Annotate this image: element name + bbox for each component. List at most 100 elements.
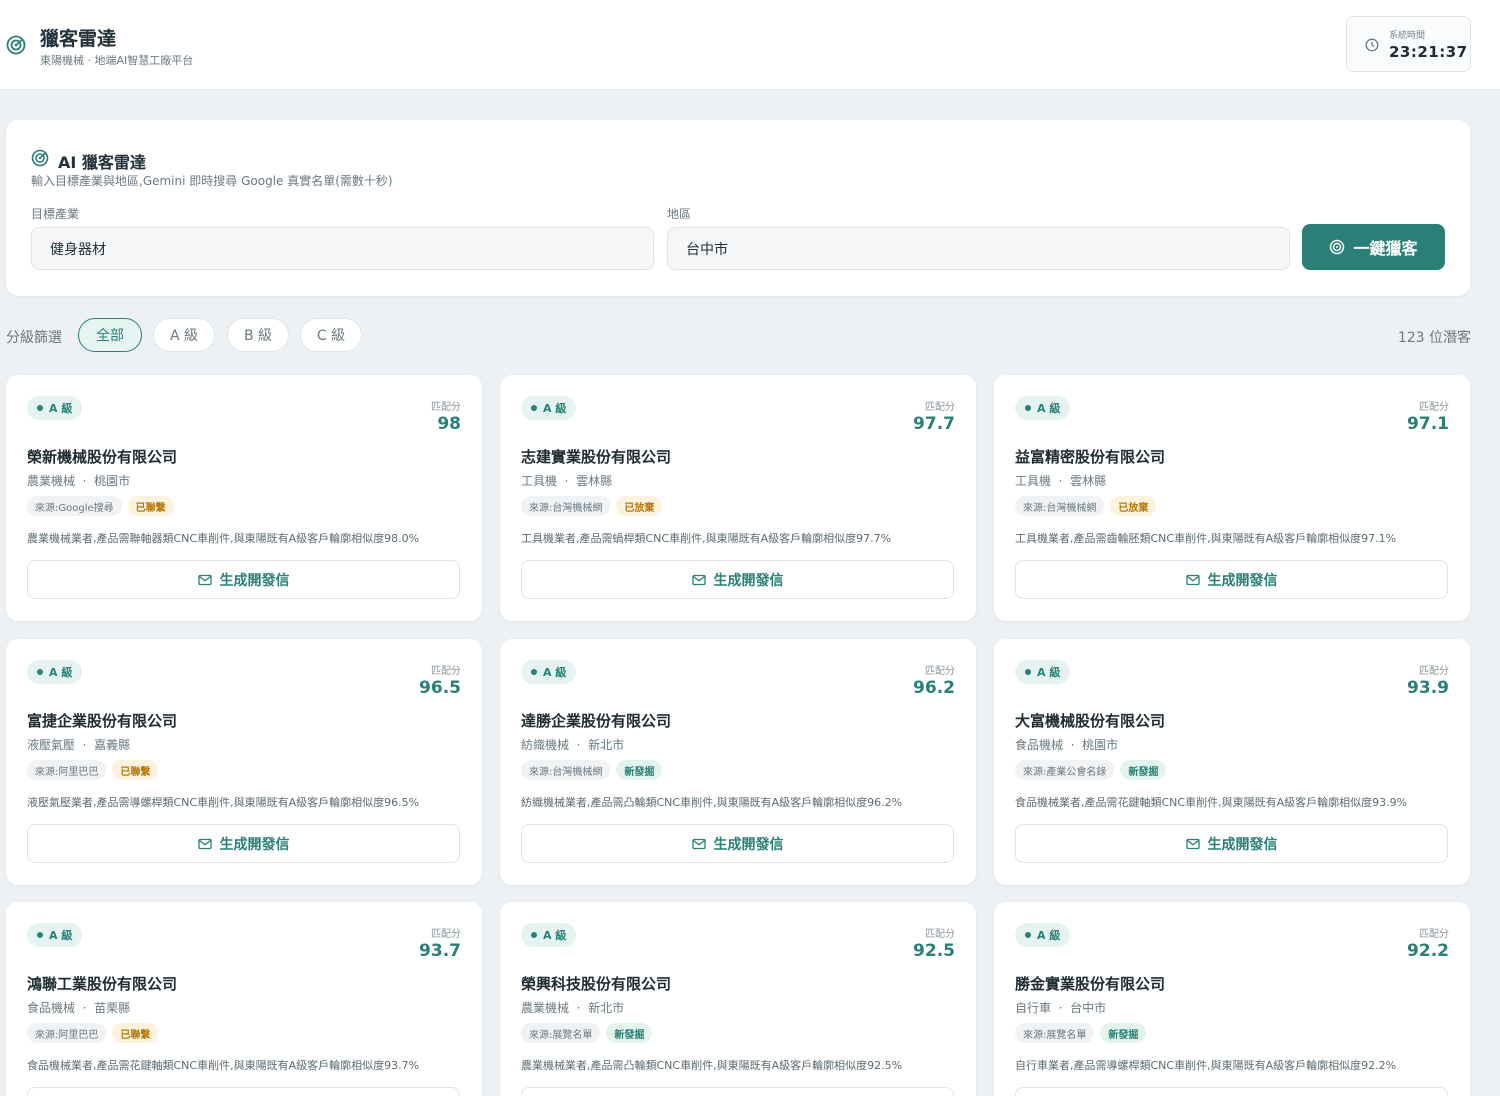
- grade-label: A 級: [49, 402, 73, 415]
- source-tag: 來源:台灣機械網: [521, 496, 611, 516]
- score-label: 匹配分: [925, 402, 955, 413]
- panel-title: AI 獵客雷達: [58, 153, 146, 172]
- lead-description: 自行車業者,產品需導螺桿類CNC車削件,與東陽既有A級客戶輪廓相似度92.2%: [1015, 1059, 1397, 1072]
- score-value: 93.7: [419, 941, 461, 961]
- company-meta: 食品機械 · 桃園市: [1015, 736, 1118, 753]
- score-label: 匹配分: [1419, 402, 1449, 413]
- filter-chip-c[interactable]: C 級: [300, 318, 362, 352]
- grade-dot: [1025, 932, 1031, 938]
- company-industry: 液壓氣壓: [27, 738, 76, 752]
- clock-icon: [1365, 38, 1379, 52]
- score-label: 匹配分: [431, 666, 461, 677]
- grade-badge: A 級: [27, 923, 83, 947]
- panel-subtitle: 輸入目標產業與地區,Gemini 即時搜尋 Google 真實名單(需數十秒): [31, 174, 393, 188]
- grade-badge: A 級: [521, 396, 577, 420]
- grade-dot: [531, 669, 537, 675]
- system-clock: 系統時間 23:21:37: [1346, 16, 1471, 72]
- score-value: 92.2: [1407, 941, 1449, 961]
- lead-card: A 級 匹配分 97.7 志建實業股份有限公司 工具機 · 雲林縣 來源:台灣機…: [500, 375, 976, 621]
- company-name: 勝金實業股份有限公司: [1015, 975, 1166, 993]
- generate-email-button[interactable]: 生成開發信: [521, 560, 954, 599]
- company-meta: 液壓氣壓 · 嘉義縣: [27, 736, 130, 753]
- generate-email-button[interactable]: 生成開發信: [27, 1087, 460, 1096]
- grade-dot: [37, 405, 43, 411]
- generate-email-button[interactable]: 生成開發信: [521, 1087, 954, 1096]
- tag-row: 來源:展覽名單 新發掘: [1015, 1023, 1147, 1043]
- source-tag: 來源:展覽名單: [1015, 1023, 1095, 1043]
- generate-email-button[interactable]: 生成開發信: [27, 824, 460, 863]
- source-tag: 來源:產業公會名錄: [1015, 760, 1115, 780]
- generate-email-label: 生成開發信: [1207, 836, 1278, 853]
- company-region: 雲林縣: [576, 474, 613, 488]
- filter-chip-b[interactable]: B 級: [227, 318, 289, 352]
- company-name: 益富精密股份有限公司: [1015, 448, 1166, 466]
- score-value: 98: [437, 414, 461, 434]
- status-badge: 已放棄: [1110, 496, 1157, 516]
- lead-card: A 級 匹配分 92.2 勝金實業股份有限公司 自行車 · 台中市 來源:展覽名…: [994, 902, 1470, 1096]
- meta-separator: ·: [1054, 474, 1071, 488]
- lead-card: A 級 匹配分 96.5 富捷企業股份有限公司 液壓氣壓 · 嘉義縣 來源:阿里…: [6, 639, 482, 885]
- tag-row: 來源:阿里巴巴 已聯繫: [27, 760, 159, 780]
- company-name: 達勝企業股份有限公司: [521, 712, 672, 730]
- filter-chip-all[interactable]: 全部: [78, 318, 142, 352]
- industry-input[interactable]: [31, 227, 654, 270]
- lead-card: A 級 匹配分 96.2 達勝企業股份有限公司 紡織機械 · 新北市 來源:台灣…: [500, 639, 976, 885]
- lead-card: A 級 匹配分 92.5 榮興科技股份有限公司 農業機械 · 新北市 來源:展覽…: [500, 902, 976, 1096]
- generate-email-button[interactable]: 生成開發信: [521, 824, 954, 863]
- score-label: 匹配分: [431, 402, 461, 413]
- lead-description: 工具機業者,產品需蝸桿類CNC車削件,與東陽既有A級客戶輪廓相似度97.7%: [521, 532, 892, 545]
- lead-description: 農業機械業者,產品需聯軸器類CNC車削件,與東陽既有A級客戶輪廓相似度98.0%: [27, 532, 420, 545]
- company-name: 榮興科技股份有限公司: [521, 975, 672, 993]
- generate-email-button[interactable]: 生成開發信: [1015, 824, 1448, 863]
- company-region: 桃園市: [94, 474, 131, 488]
- meta-separator: ·: [572, 1001, 589, 1015]
- score-value: 96.5: [419, 678, 461, 698]
- lead-card: A 級 匹配分 98 榮新機械股份有限公司 農業機械 · 桃園市 來源:Goog…: [6, 375, 482, 621]
- company-region: 苗栗縣: [94, 1001, 131, 1015]
- lead-card: A 級 匹配分 97.1 益富精密股份有限公司 工具機 · 雲林縣 來源:台灣機…: [994, 375, 1470, 621]
- target-icon: [1330, 239, 1345, 255]
- score-value: 92.5: [913, 941, 955, 961]
- company-meta: 自行車 · 台中市: [1015, 999, 1106, 1016]
- grade-label: A 級: [1037, 402, 1061, 415]
- company-region: 新北市: [588, 738, 625, 752]
- company-industry: 工具機: [521, 474, 558, 488]
- mail-icon: [197, 838, 212, 849]
- lead-description: 農業機械業者,產品需凸輪類CNC車削件,與東陽既有A級客戶輪廓相似度92.5%: [521, 1059, 903, 1072]
- company-industry: 農業機械: [27, 474, 76, 488]
- grade-badge: A 級: [27, 660, 83, 684]
- meta-separator: ·: [78, 474, 95, 488]
- filter-label: 分級篩選: [6, 330, 62, 346]
- generate-email-button[interactable]: 生成開發信: [1015, 1087, 1448, 1096]
- radar-icon: [31, 149, 49, 167]
- status-badge: 新發掘: [1100, 1023, 1147, 1043]
- company-industry: 自行車: [1015, 1001, 1052, 1015]
- company-meta: 紡織機械 · 新北市: [521, 736, 624, 753]
- company-meta: 農業機械 · 桃園市: [27, 472, 130, 489]
- company-name: 大富機械股份有限公司: [1015, 712, 1166, 730]
- generate-email-button[interactable]: 生成開發信: [1015, 560, 1448, 599]
- source-tag: 來源:台灣機械網: [521, 760, 611, 780]
- region-input[interactable]: [667, 227, 1290, 270]
- mail-icon: [1185, 838, 1200, 849]
- source-tag: 來源:台灣機械網: [1015, 496, 1105, 516]
- hunt-button[interactable]: 一鍵獵客: [1302, 224, 1445, 270]
- company-name: 榮新機械股份有限公司: [27, 448, 178, 466]
- grade-label: A 級: [543, 666, 567, 679]
- company-name: 鴻聯工業股份有限公司: [27, 975, 178, 993]
- source-tag: 來源:阿里巴巴: [27, 760, 107, 780]
- mail-icon: [1185, 574, 1200, 585]
- tag-row: 來源:Google搜尋 已聯繫: [27, 496, 174, 516]
- status-badge: 已聯繫: [112, 1023, 159, 1043]
- score-label: 匹配分: [1419, 666, 1449, 677]
- source-tag: 來源:阿里巴巴: [27, 1023, 107, 1043]
- company-region: 新北市: [588, 1001, 625, 1015]
- lead-card: A 級 匹配分 93.7 鴻聯工業股份有限公司 食品機械 · 苗栗縣 來源:阿里…: [6, 902, 482, 1096]
- filter-chip-a[interactable]: A 級: [153, 318, 215, 352]
- generate-email-button[interactable]: 生成開發信: [27, 560, 460, 599]
- meta-separator: ·: [572, 738, 589, 752]
- company-meta: 農業機械 · 新北市: [521, 999, 624, 1016]
- tag-row: 來源:阿里巴巴 已聯繫: [27, 1023, 159, 1043]
- industry-label: 目標產業: [31, 207, 80, 221]
- app-subtitle: 東陽機械 · 地端AI智慧工廠平台: [40, 54, 194, 67]
